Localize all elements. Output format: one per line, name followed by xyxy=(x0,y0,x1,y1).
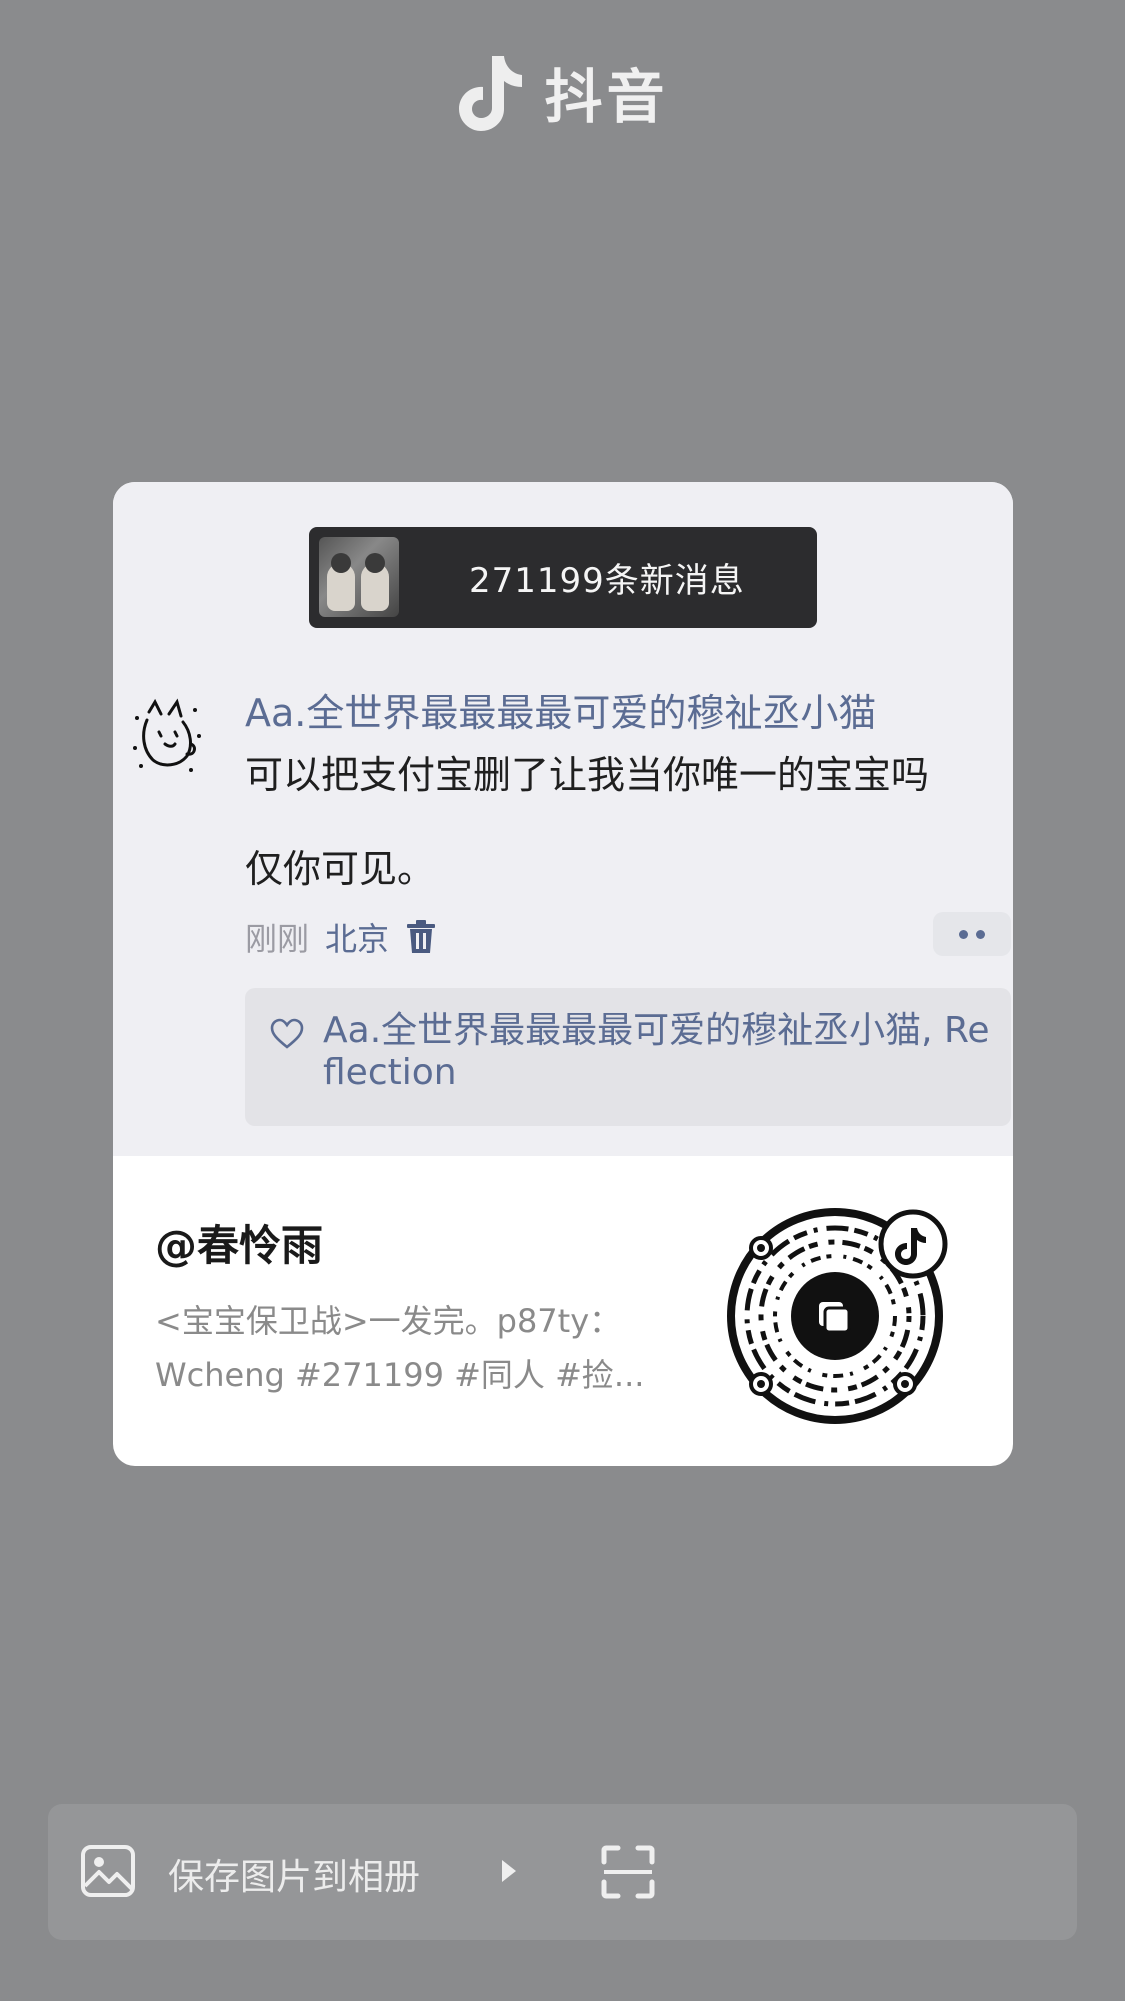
comment-screenshot: 271199条新消息 Aa.全世界最最最最可爱的穆祉丞小猫 可以把支付宝删了让我… xyxy=(113,482,1013,1156)
banner-thumbnail xyxy=(319,537,399,617)
share-card: 271199条新消息 Aa.全世界最最最最可爱的穆祉丞小猫 可以把支付宝删了让我… xyxy=(113,482,1013,1466)
heart-icon xyxy=(269,1018,305,1050)
more-options-button[interactable] xyxy=(933,912,1011,956)
play-icon[interactable] xyxy=(500,1858,518,1884)
save-to-album-label[interactable]: 保存图片到相册 xyxy=(168,1848,420,1900)
visibility-note: 仅你可见。 xyxy=(245,847,436,891)
avatar[interactable] xyxy=(129,692,205,776)
comment-time: 刚刚 xyxy=(245,920,310,958)
scan-icon[interactable] xyxy=(600,1844,656,1900)
dot-icon xyxy=(976,929,985,939)
image-icon xyxy=(80,1844,136,1898)
new-messages-banner[interactable]: 271199条新消息 xyxy=(309,527,817,628)
comment-location: 北京 xyxy=(325,920,390,958)
likes-box: Aa.全世界最最最最可爱的穆祉丞小猫, Reflection xyxy=(245,988,1011,1126)
douyin-logo-icon xyxy=(456,52,526,132)
comment-meta: 刚刚 北京 xyxy=(245,914,437,960)
save-image-bar[interactable]: 保存图片到相册 xyxy=(48,1804,1077,1940)
new-messages-text: 271199条新消息 xyxy=(469,561,745,601)
dot-icon xyxy=(959,929,968,939)
comment-username[interactable]: Aa.全世界最最最最可爱的穆祉丞小猫 xyxy=(245,682,876,737)
brand-name: 抖音 xyxy=(544,63,669,131)
douyin-brand: 抖音 xyxy=(0,42,1125,142)
delete-icon[interactable] xyxy=(405,919,437,955)
comment-text: 可以把支付宝删了让我当你唯一的宝宝吗 xyxy=(245,753,930,797)
likes-list: Aa.全世界最最最最可爱的穆祉丞小猫, Reflection xyxy=(323,1010,990,1093)
qr-code xyxy=(725,1194,965,1434)
author-handle: @春怜雨 xyxy=(155,1221,324,1270)
post-description: <宝宝保卫战>一发完。p87ty：Wcheng #271199 #同人 #捡..… xyxy=(155,1302,645,1394)
